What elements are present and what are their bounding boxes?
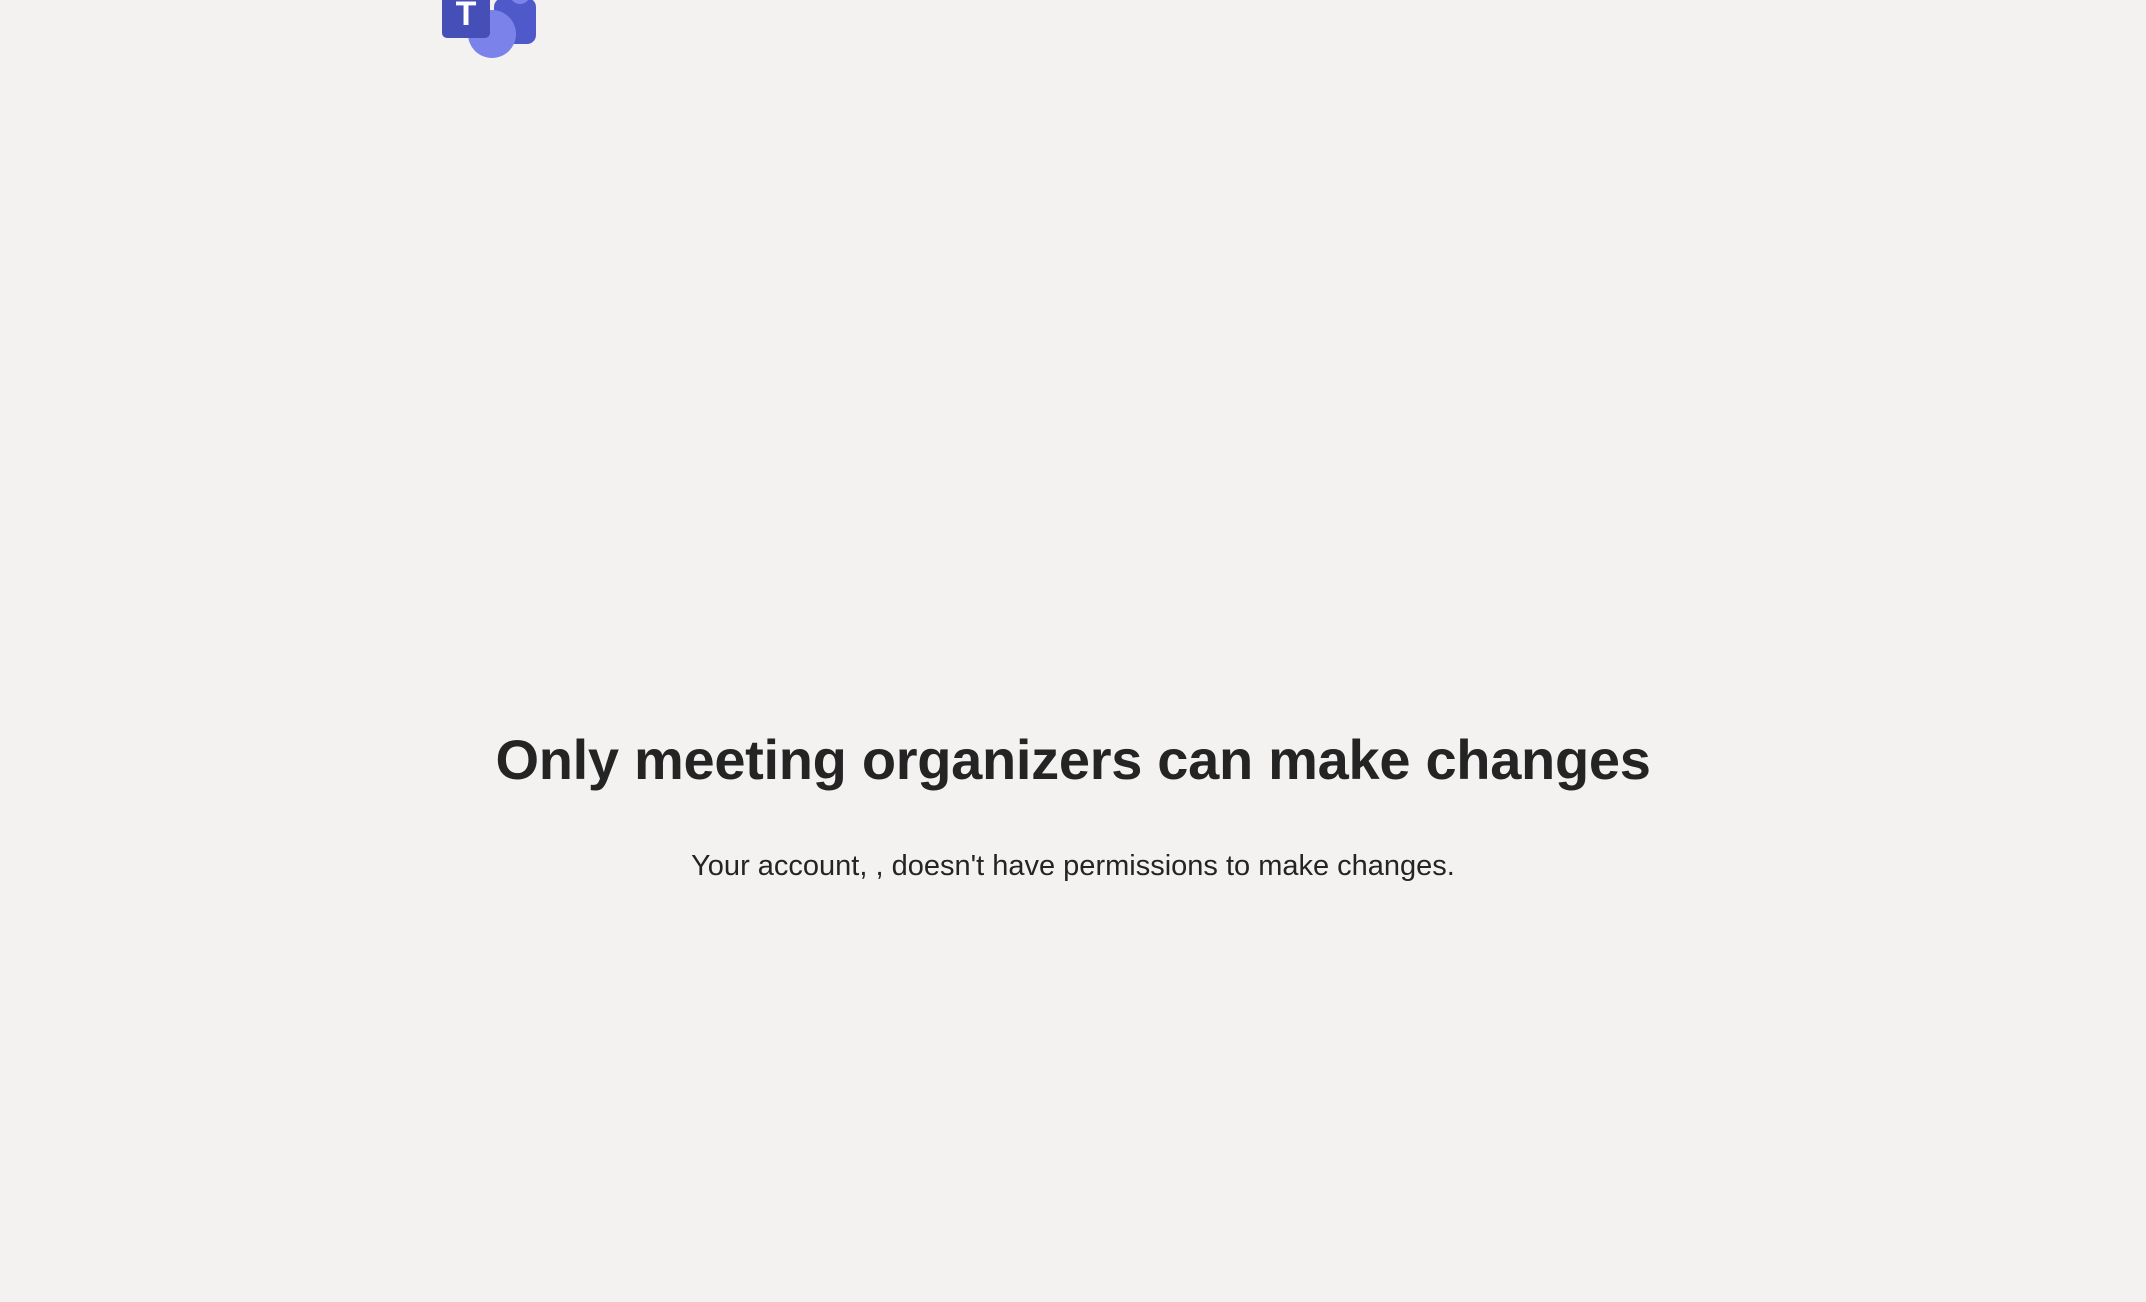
- logo-letter: T: [456, 0, 477, 33]
- error-page: T Only meeting organizers can make chang…: [0, 0, 2146, 1302]
- microsoft-teams-logo-icon: T: [440, 0, 542, 66]
- permission-message: Your account, , doesn't have permissions…: [691, 850, 1455, 882]
- page-title: Only meeting organizers can make changes: [495, 728, 1651, 791]
- message-panel: Only meeting organizers can make changes…: [0, 720, 2146, 886]
